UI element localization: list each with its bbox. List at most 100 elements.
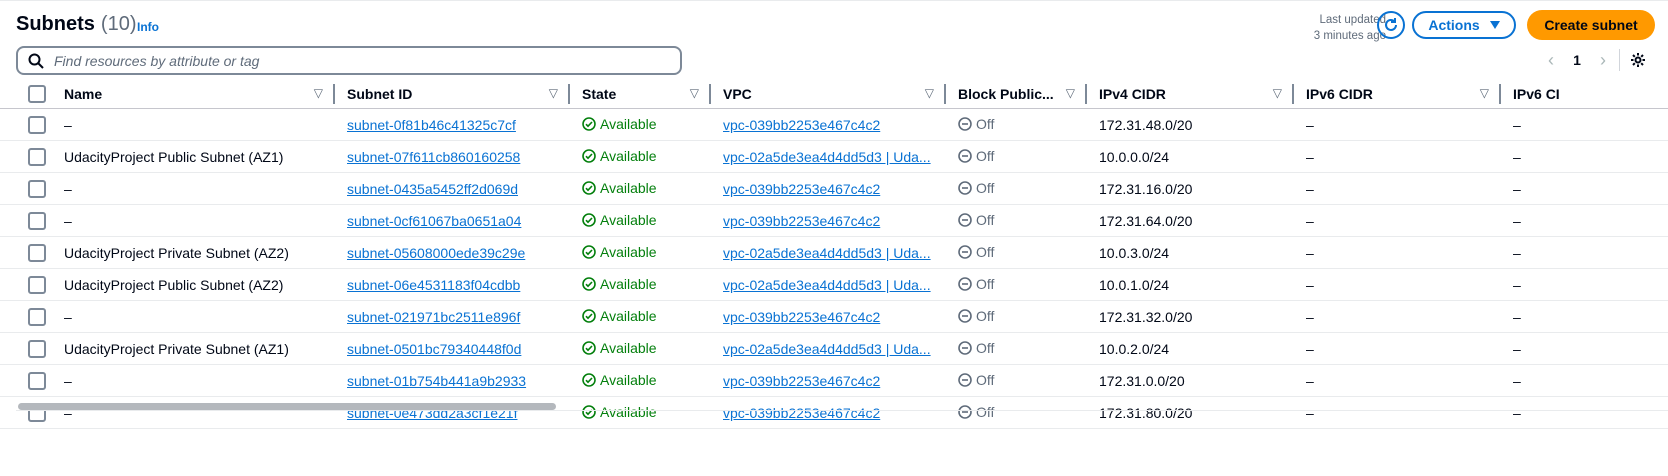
block-public-access-text: Off bbox=[976, 339, 995, 356]
row-checkbox[interactable] bbox=[28, 339, 46, 358]
sort-caret-icon[interactable]: ▽ bbox=[690, 86, 699, 100]
preferences-gear-icon[interactable] bbox=[1630, 52, 1646, 68]
row-checkbox[interactable] bbox=[28, 115, 46, 134]
column-header-ipv6-cidr-association[interactable]: IPv6 CI bbox=[1501, 79, 1668, 109]
sort-caret-icon[interactable]: ▽ bbox=[925, 86, 934, 100]
subnet-id-link[interactable]: subnet-01b754b441a9b2933 bbox=[347, 373, 526, 389]
search-box[interactable] bbox=[16, 46, 682, 75]
subnet-id-link[interactable]: subnet-07f611cb860160258 bbox=[347, 149, 520, 165]
status-off-icon bbox=[958, 180, 972, 195]
block-public-access-text: Off bbox=[976, 243, 995, 260]
row-select-cell bbox=[0, 236, 52, 269]
row-checkbox[interactable] bbox=[28, 243, 46, 262]
subnet-id-link[interactable]: subnet-021971bc2511e896f bbox=[347, 309, 520, 325]
row-checkbox[interactable] bbox=[28, 275, 46, 294]
info-link[interactable]: Info bbox=[137, 20, 159, 34]
table-row[interactable]: – subnet-0f81b46c41325c7cf Available vpc-03… bbox=[0, 108, 1668, 141]
subnet-id-link[interactable]: subnet-05608000ede39c29e bbox=[347, 245, 525, 261]
row-checkbox[interactable] bbox=[28, 371, 46, 390]
state-cell: Available bbox=[570, 204, 711, 237]
row-checkbox[interactable] bbox=[28, 211, 46, 230]
sort-caret-icon[interactable]: ▽ bbox=[1480, 86, 1489, 100]
vpc-link[interactable]: vpc-02a5de3ea4d4dd5d3 | Uda... bbox=[723, 277, 931, 293]
ipv6-cidr-value: – bbox=[1306, 340, 1314, 357]
block-public-access-cell: Off bbox=[946, 332, 1087, 365]
vpc-cell: vpc-039bb2253e467c4c2 bbox=[711, 108, 946, 141]
subnet-id-cell: subnet-0435a5452ff2d069d bbox=[335, 172, 570, 205]
table-row[interactable]: UdacityProject Public Subnet (AZ2) subnet… bbox=[0, 268, 1668, 301]
column-label: IPv6 CIDR bbox=[1306, 85, 1373, 102]
table-row[interactable]: UdacityProject Public Subnet (AZ1) subnet… bbox=[0, 140, 1668, 173]
state-text: Available bbox=[600, 211, 657, 228]
column-header-vpc[interactable]: VPC ▽ bbox=[711, 79, 946, 109]
subnet-name: – bbox=[64, 180, 72, 197]
column-header-subnet-id[interactable]: Subnet ID ▽ bbox=[335, 79, 570, 109]
page-number-button[interactable]: 1 bbox=[1561, 52, 1593, 68]
vpc-cell: vpc-02a5de3ea4d4dd5d3 | Uda... bbox=[711, 140, 946, 173]
status-available-icon bbox=[582, 116, 596, 131]
column-header-ipv4-cidr[interactable]: IPv4 CIDR ▽ bbox=[1087, 79, 1294, 109]
row-checkbox[interactable] bbox=[28, 147, 46, 166]
table-row[interactable]: – subnet-0cf61067ba0651a04 Available vpc-03… bbox=[0, 204, 1668, 237]
column-header-state[interactable]: State ▽ bbox=[570, 79, 711, 109]
vpc-link[interactable]: vpc-039bb2253e467c4c2 bbox=[723, 181, 880, 197]
sort-caret-icon[interactable]: ▽ bbox=[1066, 86, 1075, 100]
subnet-id-link[interactable]: subnet-0cf61067ba0651a04 bbox=[347, 213, 521, 229]
subnet-id-link[interactable]: subnet-0501bc79340448f0d bbox=[347, 341, 521, 357]
refresh-button[interactable] bbox=[1377, 11, 1405, 39]
ipv6-cidr-association-cell: – bbox=[1501, 332, 1668, 365]
name-cell: – bbox=[52, 364, 335, 397]
state-status: Available bbox=[582, 372, 657, 388]
ipv4-cidr-value: 10.0.1.0/24 bbox=[1099, 276, 1170, 293]
table-row[interactable]: – subnet-021971bc2511e896f Available vpc-03… bbox=[0, 300, 1668, 333]
subnet-id-link[interactable]: subnet-0f81b46c41325c7cf bbox=[347, 117, 516, 133]
table-row[interactable]: – subnet-0435a5452ff2d069d Available vpc-03… bbox=[0, 172, 1668, 205]
ipv6-cidr-value: – bbox=[1306, 276, 1314, 293]
vpc-link[interactable]: vpc-039bb2253e467c4c2 bbox=[723, 309, 880, 325]
subnet-id-link[interactable]: subnet-06e4531183f04cdbb bbox=[347, 277, 520, 293]
actions-dropdown-button[interactable]: Actions bbox=[1412, 11, 1516, 39]
name-cell: UdacityProject Private Subnet (AZ2) bbox=[52, 236, 335, 269]
ipv6-cidr-value: – bbox=[1306, 180, 1314, 197]
vpc-link[interactable]: vpc-039bb2253e467c4c2 bbox=[723, 373, 880, 389]
ipv6-cidr-value: – bbox=[1306, 116, 1314, 133]
column-label: IPv4 CIDR bbox=[1099, 85, 1166, 102]
select-all-checkbox[interactable] bbox=[28, 84, 46, 103]
status-available-icon bbox=[582, 340, 596, 355]
vpc-cell: vpc-039bb2253e467c4c2 bbox=[711, 300, 946, 333]
ipv4-cidr-cell: 172.31.32.0/20 bbox=[1087, 300, 1294, 333]
subnet-id-cell: subnet-07f611cb860160258 bbox=[335, 140, 570, 173]
create-subnet-button[interactable]: Create subnet bbox=[1527, 10, 1655, 40]
table-row[interactable]: UdacityProject Private Subnet (AZ2) subne… bbox=[0, 236, 1668, 269]
column-header-ipv6-cidr[interactable]: IPv6 CIDR ▽ bbox=[1294, 79, 1501, 109]
sort-caret-icon[interactable]: ▽ bbox=[1273, 86, 1282, 100]
status-available-icon bbox=[582, 180, 596, 195]
sort-caret-icon[interactable]: ▽ bbox=[314, 86, 323, 100]
search-input[interactable] bbox=[52, 51, 656, 70]
vpc-link[interactable]: vpc-039bb2253e467c4c2 bbox=[723, 213, 880, 229]
ipv4-cidr-cell: 172.31.48.0/20 bbox=[1087, 108, 1294, 141]
block-public-access-status: Off bbox=[958, 372, 994, 388]
ipv6-cidr-cell: – bbox=[1294, 140, 1501, 173]
previous-page-icon[interactable]: ‹ bbox=[1541, 50, 1561, 71]
column-header-block-public-access[interactable]: Block Public... ▽ bbox=[946, 79, 1087, 109]
scrollbar-thumb[interactable] bbox=[18, 403, 556, 410]
vpc-link[interactable]: vpc-02a5de3ea4d4dd5d3 | Uda... bbox=[723, 245, 931, 261]
vpc-link[interactable]: vpc-039bb2253e467c4c2 bbox=[723, 117, 880, 133]
vpc-cell: vpc-039bb2253e467c4c2 bbox=[711, 204, 946, 237]
ipv4-cidr-cell: 10.0.3.0/24 bbox=[1087, 236, 1294, 269]
subnet-id-link[interactable]: subnet-0435a5452ff2d069d bbox=[347, 181, 518, 197]
status-available-icon bbox=[582, 308, 596, 323]
row-checkbox[interactable] bbox=[28, 307, 46, 326]
block-public-access-cell: Off bbox=[946, 236, 1087, 269]
next-page-icon[interactable]: › bbox=[1593, 50, 1613, 71]
vpc-link[interactable]: vpc-02a5de3ea4d4dd5d3 | Uda... bbox=[723, 149, 931, 165]
row-select-cell bbox=[0, 268, 52, 301]
ipv6-cidr-association-value: – bbox=[1513, 340, 1521, 357]
row-checkbox[interactable] bbox=[28, 179, 46, 198]
table-row[interactable]: – subnet-01b754b441a9b2933 Available vpc-03… bbox=[0, 364, 1668, 397]
column-header-name[interactable]: Name ▽ bbox=[52, 79, 335, 109]
sort-caret-icon[interactable]: ▽ bbox=[549, 86, 558, 100]
table-row[interactable]: UdacityProject Private Subnet (AZ1) subne… bbox=[0, 332, 1668, 365]
vpc-link[interactable]: vpc-02a5de3ea4d4dd5d3 | Uda... bbox=[723, 341, 931, 357]
